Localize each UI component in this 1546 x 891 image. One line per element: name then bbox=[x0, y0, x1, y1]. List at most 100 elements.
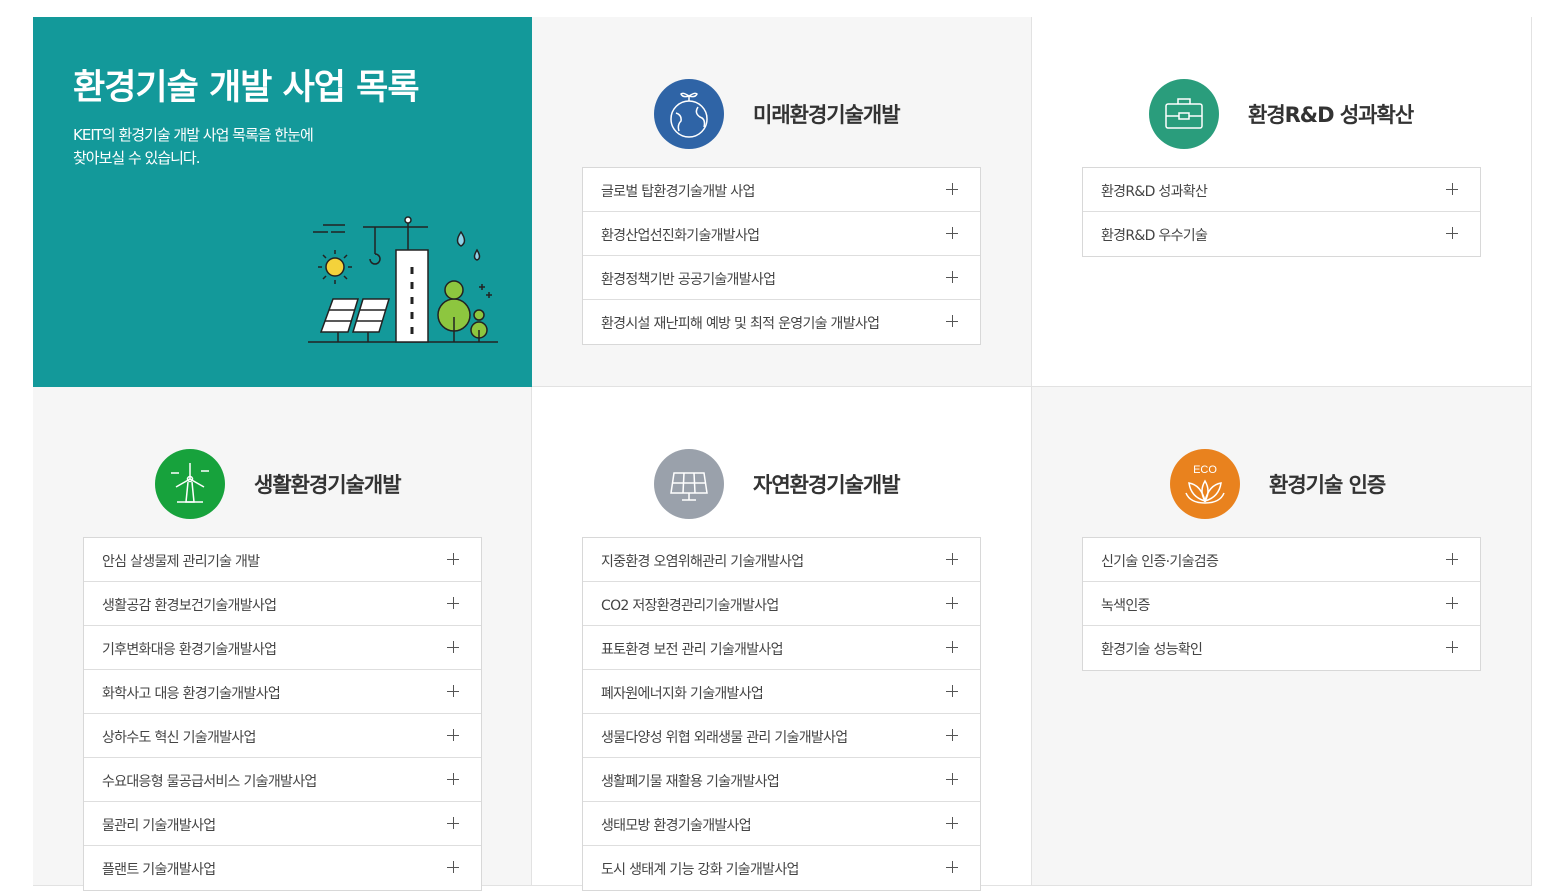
list-item[interactable]: 화학사고 대응 환경기술개발사업 bbox=[84, 670, 481, 714]
item-label: 생활폐기물 재활용 기술개발사업 bbox=[601, 774, 780, 790]
list-item[interactable]: 생활공감 환경보건기술개발사업 bbox=[84, 582, 481, 626]
plus-icon bbox=[946, 227, 958, 239]
project-list: 지중환경 오염위해관리 기술개발사업 CO2 저장환경관리기술개발사업 표토환경… bbox=[582, 537, 981, 891]
plus-icon bbox=[447, 685, 459, 697]
list-item[interactable]: 도시 생태계 기능 강화 기술개발사업 bbox=[583, 846, 980, 890]
item-label: 도시 생태계 기능 강화 기술개발사업 bbox=[601, 862, 799, 878]
briefcase-icon bbox=[1149, 79, 1219, 149]
item-label: 수요대응형 물공급서비스 기술개발사업 bbox=[102, 774, 317, 790]
category-header: 자연환경기술개발 bbox=[532, 449, 1031, 519]
item-label: 플랜트 기술개발사업 bbox=[102, 862, 216, 878]
list-item[interactable]: 안심 살생물제 관리기술 개발 bbox=[84, 538, 481, 582]
list-item[interactable]: 표토환경 보전 관리 기술개발사업 bbox=[583, 626, 980, 670]
item-label: CO2 저장환경관리기술개발사업 bbox=[601, 598, 779, 614]
item-label: 환경R&D 성과확산 bbox=[1101, 184, 1208, 200]
plus-icon bbox=[447, 861, 459, 873]
plus-icon bbox=[1446, 227, 1458, 239]
item-label: 지중환경 오염위해관리 기술개발사업 bbox=[601, 554, 804, 570]
category-title: 환경기술 인증 bbox=[1269, 473, 1386, 497]
project-list: 안심 살생물제 관리기술 개발 생활공감 환경보건기술개발사업 기후변화대응 환… bbox=[83, 537, 482, 891]
eco-city-illustration bbox=[308, 216, 498, 343]
list-item[interactable]: 지중환경 오염위해관리 기술개발사업 bbox=[583, 538, 980, 582]
plus-icon bbox=[946, 685, 958, 697]
list-item[interactable]: 폐자원에너지화 기술개발사업 bbox=[583, 670, 980, 714]
item-label: 표토환경 보전 관리 기술개발사업 bbox=[601, 642, 783, 658]
item-label: 환경R&D 우수기술 bbox=[1101, 228, 1208, 244]
list-item[interactable]: 환경기술 성능확인 bbox=[1083, 626, 1480, 670]
list-item[interactable]: 환경산업선진화기술개발사업 bbox=[583, 212, 980, 256]
category-certification: ECO 환경기술 인증 신기술 인증·기술검증 녹색인증 환경기술 성능확인 bbox=[1032, 387, 1532, 886]
category-title: 환경R&D 성과확산 bbox=[1248, 103, 1414, 127]
list-item[interactable]: 환경정책기반 공공기술개발사업 bbox=[583, 256, 980, 300]
item-label: 기후변화대응 환경기술개발사업 bbox=[102, 642, 277, 658]
project-list: 글로벌 탑환경기술개발 사업 환경산업선진화기술개발사업 환경정책기반 공공기술… bbox=[582, 167, 981, 345]
item-label: 환경정책기반 공공기술개발사업 bbox=[601, 272, 776, 288]
item-label: 신기술 인증·기술검증 bbox=[1101, 554, 1219, 570]
list-item[interactable]: 녹색인증 bbox=[1083, 582, 1480, 626]
eco-icon-text: ECO bbox=[1193, 464, 1217, 476]
category-title: 미래환경기술개발 bbox=[753, 103, 901, 127]
category-living-env: 생활환경기술개발 안심 살생물제 관리기술 개발 생활공감 환경보건기술개발사업… bbox=[33, 387, 532, 891]
list-item[interactable]: 생물다양성 위협 외래생물 관리 기술개발사업 bbox=[583, 714, 980, 758]
plus-icon bbox=[447, 597, 459, 609]
item-label: 생활공감 환경보건기술개발사업 bbox=[102, 598, 277, 614]
wind-turbine-icon bbox=[155, 449, 225, 519]
project-grid: 환경기술 개발 사업 목록 KEIT의 환경기술 개발 사업 목록을 한눈에 찾… bbox=[33, 17, 1532, 891]
earth-sprout-icon bbox=[654, 79, 724, 149]
list-item[interactable]: 생태모방 환경기술개발사업 bbox=[583, 802, 980, 846]
category-header: 생활환경기술개발 bbox=[33, 449, 531, 519]
list-item[interactable]: 신기술 인증·기술검증 bbox=[1083, 538, 1480, 582]
page-title: 환경기술 개발 사업 목록 bbox=[73, 68, 420, 108]
plus-icon bbox=[946, 817, 958, 829]
plus-icon bbox=[1446, 641, 1458, 653]
plus-icon bbox=[946, 861, 958, 873]
list-item[interactable]: 수요대응형 물공급서비스 기술개발사업 bbox=[84, 758, 481, 802]
category-header: ECO 환경기술 인증 bbox=[1032, 449, 1531, 519]
list-item[interactable]: 환경R&D 우수기술 bbox=[1083, 212, 1480, 256]
list-item[interactable]: 글로벌 탑환경기술개발 사업 bbox=[583, 168, 980, 212]
intro-desc-line1: KEIT의 환경기술 개발 사업 목록을 한눈에 bbox=[73, 126, 314, 144]
intro-panel: 환경기술 개발 사업 목록 KEIT의 환경기술 개발 사업 목록을 한눈에 찾… bbox=[33, 17, 532, 387]
plus-icon bbox=[946, 773, 958, 785]
plus-icon bbox=[447, 773, 459, 785]
intro-desc-line2: 찾아보실 수 있습니다. bbox=[73, 149, 201, 167]
list-item[interactable]: 기후변화대응 환경기술개발사업 bbox=[84, 626, 481, 670]
list-item[interactable]: 환경시설 재난피해 예방 및 최적 운영기술 개발사업 bbox=[583, 300, 980, 344]
plus-icon bbox=[1446, 183, 1458, 195]
item-label: 생태모방 환경기술개발사업 bbox=[601, 818, 752, 834]
category-future-env: 미래환경기술개발 글로벌 탑환경기술개발 사업 환경산업선진화기술개발사업 환경… bbox=[532, 17, 1032, 387]
item-label: 글로벌 탑환경기술개발 사업 bbox=[601, 184, 755, 200]
list-item[interactable]: 물관리 기술개발사업 bbox=[84, 802, 481, 846]
intro-description: KEIT의 환경기술 개발 사업 목록을 한눈에 찾아보실 수 있습니다. bbox=[73, 124, 373, 170]
plus-icon bbox=[447, 729, 459, 741]
plus-icon bbox=[946, 641, 958, 653]
plus-icon bbox=[946, 597, 958, 609]
plus-icon bbox=[447, 553, 459, 565]
item-label: 생물다양성 위협 외래생물 관리 기술개발사업 bbox=[601, 730, 848, 746]
list-item[interactable]: 생활폐기물 재활용 기술개발사업 bbox=[583, 758, 980, 802]
plus-icon bbox=[447, 641, 459, 653]
item-label: 녹색인증 bbox=[1101, 598, 1150, 614]
plus-icon bbox=[946, 315, 958, 327]
item-label: 상하수도 혁신 기술개발사업 bbox=[102, 730, 256, 746]
eco-leaf-icon: ECO bbox=[1170, 449, 1240, 519]
item-label: 폐자원에너지화 기술개발사업 bbox=[601, 686, 764, 702]
category-title: 생활환경기술개발 bbox=[254, 473, 402, 497]
category-title: 자연환경기술개발 bbox=[753, 473, 901, 497]
category-rnd-diffusion: 환경R&D 성과확산 환경R&D 성과확산 환경R&D 우수기술 bbox=[1032, 17, 1532, 387]
item-label: 환경시설 재난피해 예방 및 최적 운영기술 개발사업 bbox=[601, 316, 880, 332]
list-item[interactable]: 환경R&D 성과확산 bbox=[1083, 168, 1480, 212]
list-item[interactable]: 상하수도 혁신 기술개발사업 bbox=[84, 714, 481, 758]
plus-icon bbox=[946, 729, 958, 741]
category-header: 환경R&D 성과확산 bbox=[1032, 79, 1531, 149]
plus-icon bbox=[946, 553, 958, 565]
solar-panel-icon bbox=[654, 449, 724, 519]
item-label: 환경기술 성능확인 bbox=[1101, 642, 1203, 658]
project-list: 신기술 인증·기술검증 녹색인증 환경기술 성능확인 bbox=[1082, 537, 1481, 671]
list-item[interactable]: 플랜트 기술개발사업 bbox=[84, 846, 481, 890]
plus-icon bbox=[447, 817, 459, 829]
project-list: 환경R&D 성과확산 환경R&D 우수기술 bbox=[1082, 167, 1481, 257]
item-label: 화학사고 대응 환경기술개발사업 bbox=[102, 686, 281, 702]
item-label: 물관리 기술개발사업 bbox=[102, 818, 216, 834]
list-item[interactable]: CO2 저장환경관리기술개발사업 bbox=[583, 582, 980, 626]
